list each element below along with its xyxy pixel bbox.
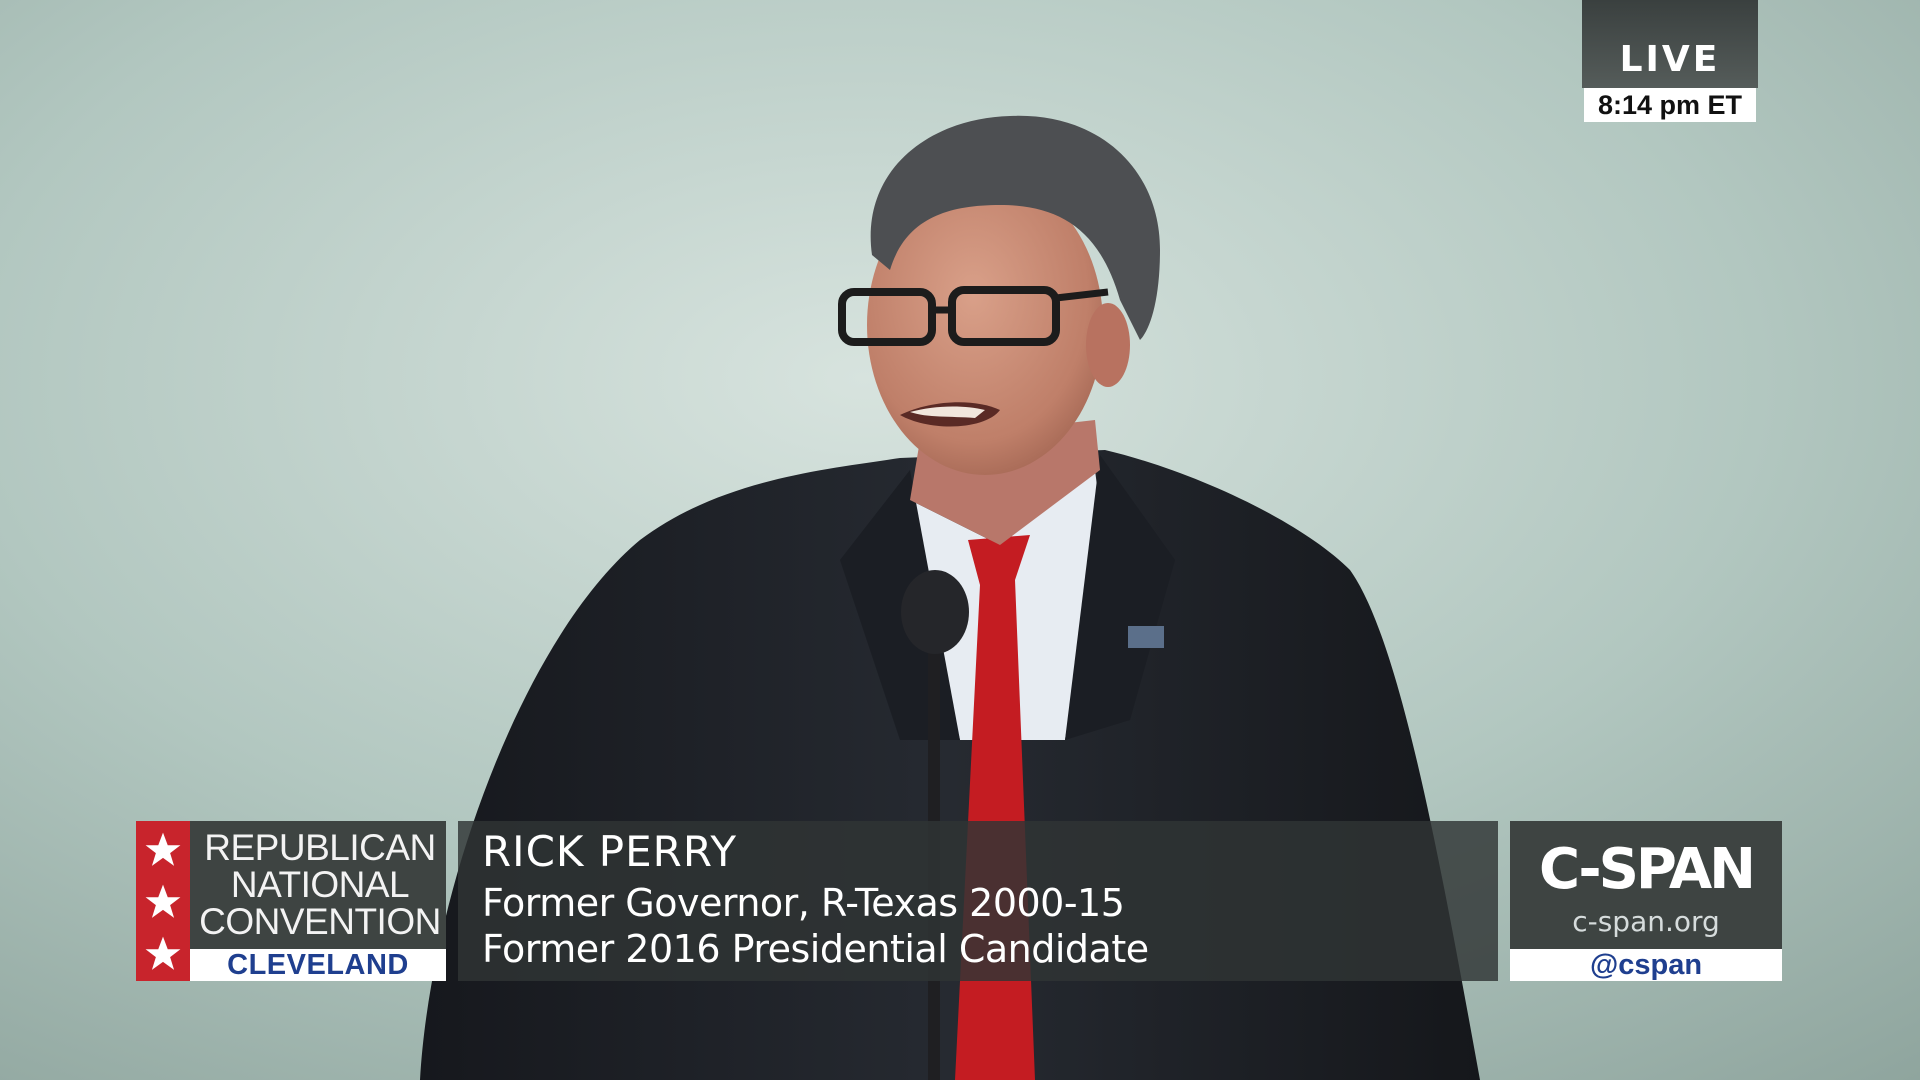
- video-frame: LIVE 8:14 pm ET REPUBLICAN NATIONAL CONV…: [0, 0, 1920, 1080]
- speaker-caption: RICK PERRY Former Governor, R-Texas 2000…: [458, 821, 1498, 981]
- microphone: [901, 570, 969, 654]
- event-name: REPUBLICAN NATIONAL CONVENTION: [198, 829, 442, 940]
- cspan-logo: C-SPAN: [1538, 837, 1756, 902]
- speaker-name: RICK PERRY: [482, 827, 737, 876]
- star-icon: [145, 936, 181, 970]
- star-icon: [145, 832, 181, 866]
- event-line-2: NATIONAL: [230, 864, 410, 905]
- speaker-title-2: Former 2016 Presidential Candidate: [482, 927, 1149, 971]
- event-line-1: REPUBLICAN: [204, 827, 436, 868]
- network-logo-panel: C-SPAN c-span.org @cspan: [1510, 821, 1782, 981]
- live-time: 8:14 pm ET: [1584, 88, 1756, 122]
- live-label: LIVE: [1619, 39, 1721, 80]
- event-line-3: CONVENTION: [199, 901, 441, 942]
- event-city: CLEVELAND: [190, 949, 446, 981]
- live-bug: LIVE 8:14 pm ET: [1582, 0, 1758, 124]
- network-handle: @cspan: [1510, 949, 1782, 981]
- network-url: c-span.org: [1572, 905, 1720, 938]
- star-icon: [145, 884, 181, 918]
- event-badge-stars: [136, 821, 190, 981]
- speaker-title-1: Former Governor, R-Texas 2000-15: [482, 881, 1125, 925]
- event-badge: REPUBLICAN NATIONAL CONVENTION CLEVELAND: [136, 821, 446, 981]
